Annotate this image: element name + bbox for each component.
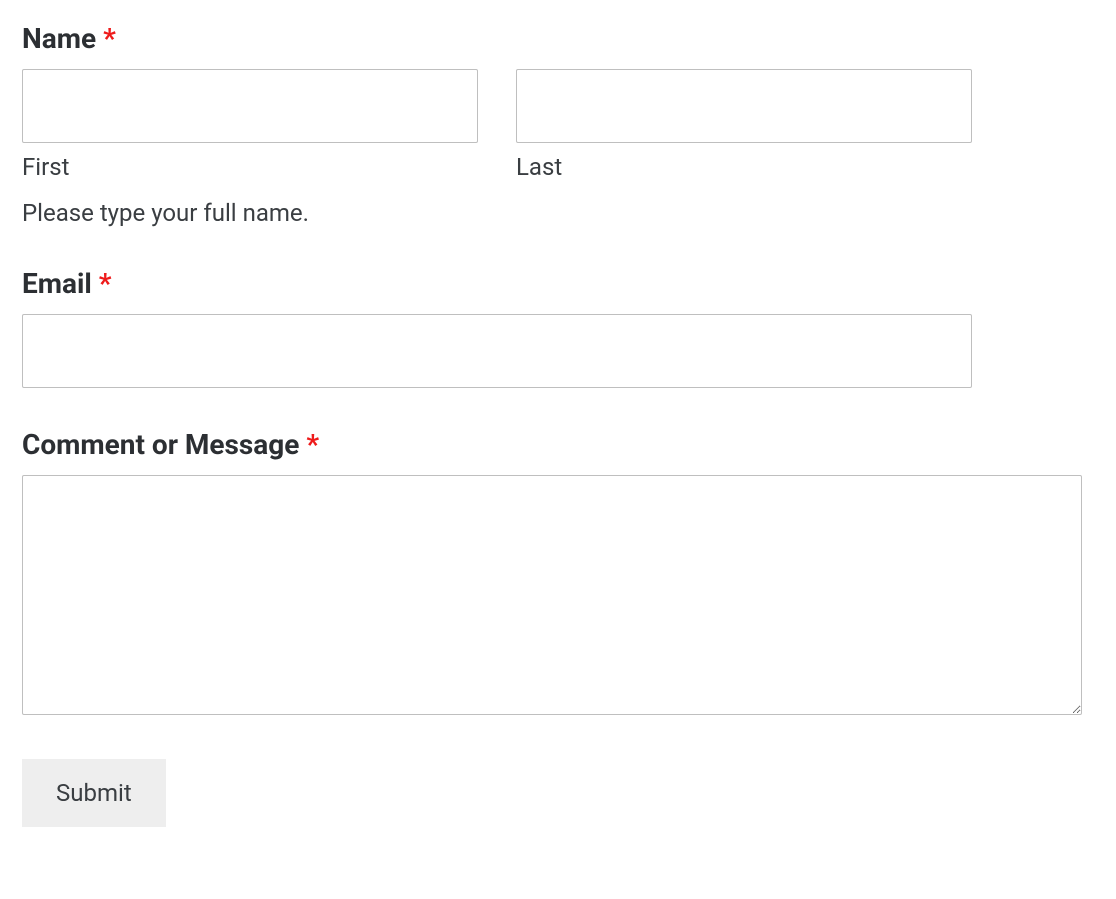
comment-label-text: Comment or Message [22, 428, 299, 461]
submit-button[interactable]: Submit [22, 759, 166, 827]
email-input[interactable] [22, 314, 972, 388]
first-name-column: First [22, 69, 478, 181]
last-name-input[interactable] [516, 69, 972, 143]
name-label: Name * [22, 22, 972, 55]
required-asterisk-icon: * [306, 428, 319, 461]
name-label-text: Name [22, 22, 96, 55]
email-field-group: Email * [22, 267, 972, 388]
contact-form: Name * First Last Please type your full … [22, 22, 1094, 827]
email-label-text: Email [22, 267, 92, 300]
name-input-row: First Last [22, 69, 972, 181]
first-name-input[interactable] [22, 69, 478, 143]
comment-label: Comment or Message * [22, 428, 1082, 461]
last-name-column: Last [516, 69, 972, 181]
first-name-sublabel: First [22, 153, 478, 181]
required-asterisk-icon: * [103, 22, 116, 55]
comment-textarea[interactable] [22, 475, 1082, 715]
last-name-sublabel: Last [516, 153, 972, 181]
comment-field-group: Comment or Message * [22, 428, 1082, 719]
email-label: Email * [22, 267, 972, 300]
required-asterisk-icon: * [99, 267, 112, 300]
name-field-group: Name * First Last Please type your full … [22, 22, 972, 227]
name-description: Please type your full name. [22, 199, 972, 227]
